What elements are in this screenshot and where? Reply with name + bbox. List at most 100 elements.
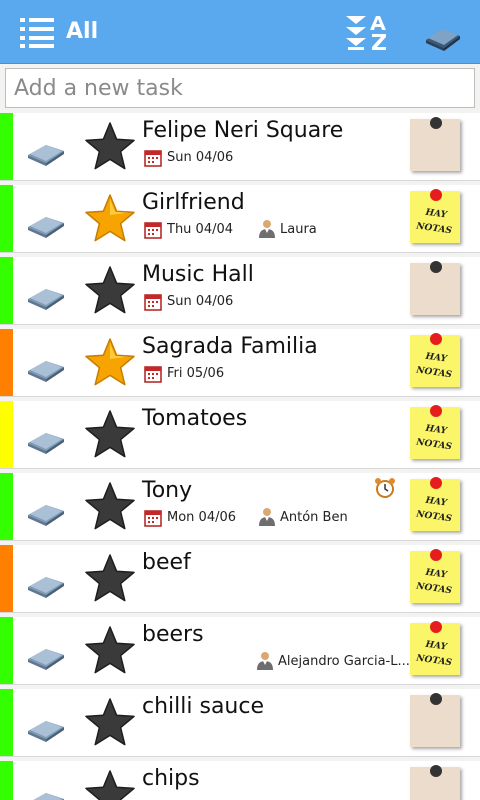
note-label: HAY NOTAS (415, 351, 453, 381)
note-label: HAY NOTAS (415, 423, 453, 453)
task-title[interactable]: Girlfriend (142, 189, 245, 217)
task-title[interactable]: Tomatoes (142, 405, 247, 433)
priority-bar (0, 689, 13, 756)
tray-icon[interactable] (26, 353, 66, 383)
person-icon (259, 220, 275, 238)
priority-bar (0, 545, 13, 612)
tray-icon[interactable] (26, 137, 66, 167)
task-list: Felipe Neri Square Sun 04/06 Girlfriend (0, 113, 480, 800)
task-row[interactable]: chips (0, 761, 480, 800)
sort-az-icon[interactable] (344, 14, 390, 52)
pin-icon (430, 765, 442, 777)
priority-bar (0, 329, 13, 396)
note-sticky-icon[interactable]: HAY NOTAS (410, 333, 460, 387)
due-date-text: Mon 04/06 (167, 510, 237, 525)
empty-note-icon[interactable] (410, 117, 460, 171)
calendar-icon (144, 366, 162, 383)
tray-icon[interactable] (26, 569, 66, 599)
empty-note-icon[interactable] (410, 693, 460, 747)
task-row[interactable]: beef HAY NOTAS (0, 545, 480, 613)
list-icon[interactable] (20, 16, 54, 48)
task-title[interactable]: chilli sauce (142, 693, 264, 721)
note-label: HAY NOTAS (415, 495, 453, 525)
task-title[interactable]: Sagrada Familia (142, 333, 318, 361)
priority-bar (0, 617, 13, 684)
priority-bar (0, 185, 13, 252)
assignee-name: Laura (280, 222, 317, 237)
note-label: HAY NOTAS (415, 567, 453, 597)
tray-icon[interactable] (26, 281, 66, 311)
star-filled-icon[interactable] (84, 337, 136, 387)
pin-icon (430, 621, 442, 633)
pin-icon (430, 477, 442, 489)
star-icon[interactable] (84, 697, 136, 747)
pin-icon (430, 117, 442, 129)
filter-title[interactable]: All (66, 18, 98, 46)
pin-icon (430, 549, 442, 561)
task-row[interactable]: beers Alejandro Garcia-L... HAY NOTAS (0, 617, 480, 685)
sync-tray-icon[interactable] (424, 24, 462, 52)
note-label: HAY NOTAS (415, 639, 453, 669)
due-date-text: Fri 05/06 (167, 366, 225, 381)
due-date-text: Sun 04/06 (167, 150, 234, 165)
due-date-text: Thu 04/04 (167, 222, 234, 237)
pin-icon (430, 693, 442, 705)
star-icon[interactable] (84, 625, 136, 675)
task-title[interactable]: Music Hall (142, 261, 254, 289)
task-row[interactable]: Music Hall Sun 04/06 (0, 257, 480, 325)
pin-icon (430, 261, 442, 273)
tray-icon[interactable] (26, 425, 66, 455)
note-sticky-icon[interactable]: HAY NOTAS (410, 405, 460, 459)
calendar-icon (144, 510, 162, 527)
tray-icon[interactable] (26, 497, 66, 527)
note-sticky-icon[interactable]: HAY NOTAS (410, 477, 460, 531)
empty-note-icon[interactable] (410, 261, 460, 315)
task-title[interactable]: Felipe Neri Square (142, 117, 343, 145)
task-title[interactable]: beef (142, 549, 191, 577)
star-icon[interactable] (84, 121, 136, 171)
note-label: HAY NOTAS (415, 207, 453, 237)
tray-icon[interactable] (26, 641, 66, 671)
add-task-input[interactable] (5, 68, 475, 108)
tray-icon[interactable] (26, 209, 66, 239)
calendar-icon (144, 222, 162, 239)
assignee-name: Antón Ben (280, 510, 348, 525)
priority-bar (0, 473, 13, 540)
task-row[interactable]: Tony Mon 04/06 Antón Ben HAY NOTAS (0, 473, 480, 541)
assignee-name: Alejandro Garcia-L... (278, 654, 410, 669)
person-icon (259, 508, 275, 526)
calendar-icon (144, 150, 162, 167)
star-icon[interactable] (84, 409, 136, 459)
task-row[interactable]: Sagrada Familia Fri 05/06 HAY NOTAS (0, 329, 480, 397)
task-row[interactable]: chilli sauce (0, 689, 480, 757)
star-icon[interactable] (84, 553, 136, 603)
tray-icon[interactable] (26, 785, 66, 800)
note-sticky-icon[interactable]: HAY NOTAS (410, 189, 460, 243)
task-row[interactable]: Felipe Neri Square Sun 04/06 (0, 113, 480, 181)
star-icon[interactable] (84, 265, 136, 315)
priority-bar (0, 401, 13, 468)
person-icon (257, 652, 273, 670)
pin-icon (430, 333, 442, 345)
priority-bar (0, 761, 13, 800)
star-icon[interactable] (84, 769, 136, 800)
pin-icon (430, 189, 442, 201)
note-sticky-icon[interactable]: HAY NOTAS (410, 549, 460, 603)
tray-icon[interactable] (26, 713, 66, 743)
star-icon[interactable] (84, 481, 136, 531)
task-row[interactable]: Girlfriend Thu 04/04 Laura HAY NOTAS (0, 185, 480, 253)
priority-bar (0, 113, 13, 180)
empty-note-icon[interactable] (410, 765, 460, 800)
task-title[interactable]: chips (142, 765, 200, 793)
pin-icon (430, 405, 442, 417)
task-row[interactable]: Tomatoes HAY NOTAS (0, 401, 480, 469)
alarm-clock-icon (375, 478, 395, 498)
priority-bar (0, 257, 13, 324)
task-title[interactable]: beers (142, 621, 204, 649)
task-title[interactable]: Tony (142, 477, 192, 505)
calendar-icon (144, 294, 162, 311)
note-sticky-icon[interactable]: HAY NOTAS (410, 621, 460, 675)
due-date-text: Sun 04/06 (167, 294, 234, 309)
app-bar: All (0, 0, 480, 64)
star-filled-icon[interactable] (84, 193, 136, 243)
